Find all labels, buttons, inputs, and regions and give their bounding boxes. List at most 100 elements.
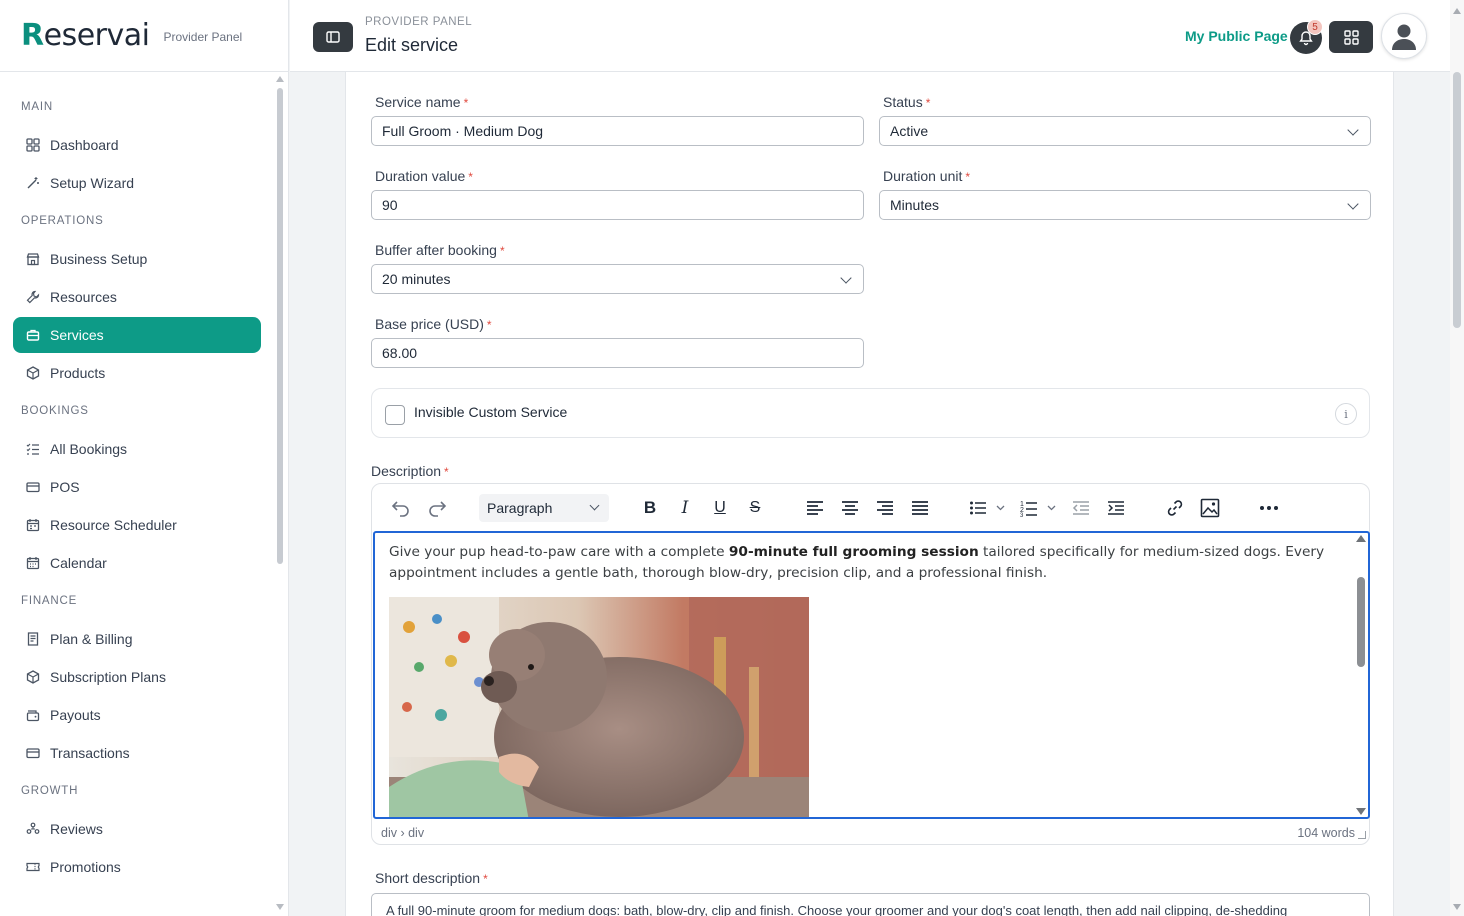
- page-scroll-up[interactable]: [1453, 8, 1461, 14]
- sidebar-item-resources[interactable]: Resources: [13, 279, 261, 315]
- brand-subtitle: Provider Panel: [163, 29, 243, 44]
- block-format-select[interactable]: Paragraph: [479, 494, 609, 522]
- description-content-area[interactable]: Give your pup head-to-paw care with a co…: [373, 531, 1370, 819]
- sidebar-scrollbar[interactable]: [277, 88, 283, 564]
- status-label: Status *: [883, 94, 931, 110]
- align-right-icon: [877, 501, 893, 515]
- sidebar-item-all-bookings[interactable]: All Bookings: [13, 431, 261, 467]
- status-select[interactable]: Active: [879, 116, 1371, 146]
- resize-handle[interactable]: [1358, 831, 1366, 839]
- align-justify-button[interactable]: [909, 496, 931, 520]
- service-name-input[interactable]: Full Groom · Medium Dog: [371, 116, 864, 146]
- bold-button[interactable]: B: [640, 496, 660, 520]
- base-price-label: Base price (USD) *: [375, 316, 492, 332]
- buffer-select[interactable]: 20 minutes: [371, 264, 864, 294]
- sidebar-item-label: Dashboard: [50, 137, 119, 153]
- underline-button[interactable]: U: [710, 496, 730, 520]
- nav-section-heading: GROWTH: [21, 785, 79, 797]
- sidebar-item-services[interactable]: Services: [13, 317, 261, 353]
- bold-icon: B: [643, 498, 657, 517]
- strikethrough-button[interactable]: S: [745, 496, 765, 520]
- user-icon: [1392, 24, 1416, 50]
- indent-button[interactable]: [1105, 496, 1127, 520]
- user-avatar-button[interactable]: [1381, 13, 1427, 59]
- storefront-icon: [25, 251, 41, 267]
- sidebar-item-pos[interactable]: POS: [13, 469, 261, 505]
- sidebar-item-payouts[interactable]: Payouts: [13, 697, 261, 733]
- editor-scroll-up[interactable]: [1356, 535, 1366, 542]
- image-icon: [1200, 498, 1220, 518]
- people-icon: [25, 821, 41, 837]
- invisible-service-label[interactable]: Invisible Custom Service: [414, 404, 567, 420]
- receipt-icon: [25, 631, 41, 647]
- my-public-page-link[interactable]: My Public Page: [1185, 28, 1288, 44]
- align-left-icon: [807, 501, 823, 515]
- info-icon[interactable]: i: [1335, 403, 1357, 425]
- sidebar-item-reviews[interactable]: Reviews: [13, 811, 261, 847]
- numbered-list-button[interactable]: 123: [1019, 496, 1061, 520]
- sidebar-item-label: Transactions: [50, 745, 130, 761]
- brand[interactable]: Reservai Provider Panel: [0, 0, 288, 72]
- editor-scrollbar[interactable]: [1357, 577, 1365, 667]
- duration-value-label: Duration value *: [375, 168, 473, 184]
- duration-unit-label: Duration unit *: [883, 168, 971, 184]
- sidebar-item-promotions[interactable]: Promotions: [13, 849, 261, 885]
- short-description-input[interactable]: A full 90-minute groom for medium dogs: …: [371, 893, 1370, 916]
- undo-button[interactable]: [390, 496, 412, 520]
- sidebar-item-setup-wizard[interactable]: Setup Wizard: [13, 165, 261, 201]
- sidebar-toggle-button[interactable]: [313, 22, 353, 52]
- service-name-label: Service name *: [375, 94, 469, 110]
- sidebar-item-label: Reviews: [50, 821, 103, 837]
- sidebar-item-subscription-plans[interactable]: Subscription Plans: [13, 659, 261, 695]
- align-center-button[interactable]: [839, 496, 861, 520]
- ticket-icon: [25, 859, 41, 875]
- card-icon: [25, 479, 41, 495]
- bullet-list-button[interactable]: [968, 496, 1010, 520]
- editor-toolbar: Paragraph B I U S 123: [372, 484, 1369, 531]
- sidebar-item-calendar[interactable]: Calendar: [13, 545, 261, 581]
- sidebar-item-business-setup[interactable]: Business Setup: [13, 241, 261, 277]
- base-price-input[interactable]: 68.00: [371, 338, 864, 368]
- sidebar-item-transactions[interactable]: Transactions: [13, 735, 261, 771]
- dog-grooming-photo[interactable]: [389, 597, 809, 817]
- outdent-button[interactable]: [1070, 496, 1092, 520]
- sidebar-item-label: Subscription Plans: [50, 669, 166, 685]
- invisible-service-checkbox[interactable]: [385, 405, 405, 425]
- editor-scroll-down[interactable]: [1356, 808, 1366, 815]
- more-options-button[interactable]: [1258, 496, 1280, 520]
- edit-service-form: Service name * Full Groom · Medium Dog St…: [345, 72, 1394, 916]
- duration-unit-select[interactable]: Minutes: [879, 190, 1371, 220]
- insert-link-button[interactable]: [1164, 496, 1186, 520]
- redo-button[interactable]: [426, 496, 448, 520]
- sidebar-item-label: Setup Wizard: [50, 175, 135, 191]
- sidebar-scroll-down[interactable]: [276, 904, 284, 910]
- wallet-icon: [25, 707, 41, 723]
- numbered-list-icon: 123: [1020, 501, 1056, 517]
- duration-value-input[interactable]: 90: [371, 190, 864, 220]
- sidebar-item-products[interactable]: Products: [13, 355, 261, 391]
- insert-image-button[interactable]: [1199, 496, 1221, 520]
- indent-icon: [1108, 501, 1124, 515]
- calendar-icon: [25, 555, 41, 571]
- outdent-icon: [1072, 501, 1089, 515]
- sidebar-scroll-up[interactable]: [276, 76, 284, 82]
- italic-button[interactable]: I: [675, 496, 695, 520]
- element-path[interactable]: div › div: [381, 826, 424, 840]
- align-left-button[interactable]: [804, 496, 826, 520]
- sidebar-item-resource-scheduler[interactable]: Resource Scheduler: [13, 507, 261, 543]
- sidebar-item-plan-billing[interactable]: Plan & Billing: [13, 621, 261, 657]
- page-scrollbar[interactable]: [1453, 72, 1461, 328]
- sidebar-item-dashboard[interactable]: Dashboard: [13, 127, 261, 163]
- apps-menu-button[interactable]: [1329, 21, 1373, 53]
- page-scroll-down[interactable]: [1453, 904, 1461, 910]
- nav-section-heading: FINANCE: [21, 595, 78, 607]
- sidebar-item-label: Resource Scheduler: [50, 517, 177, 533]
- sidebar-item-label: Resources: [50, 289, 117, 305]
- dog-photo-illustration: [389, 597, 809, 817]
- short-description-label: Short description *: [375, 870, 488, 886]
- sidebar: Reservai Provider Panel MAIN Dashboard Set…: [0, 0, 289, 916]
- notifications-button[interactable]: 5: [1290, 19, 1323, 54]
- align-right-button[interactable]: [874, 496, 896, 520]
- description-label: Description *: [371, 463, 449, 479]
- notification-count-badge: 5: [1307, 19, 1323, 35]
